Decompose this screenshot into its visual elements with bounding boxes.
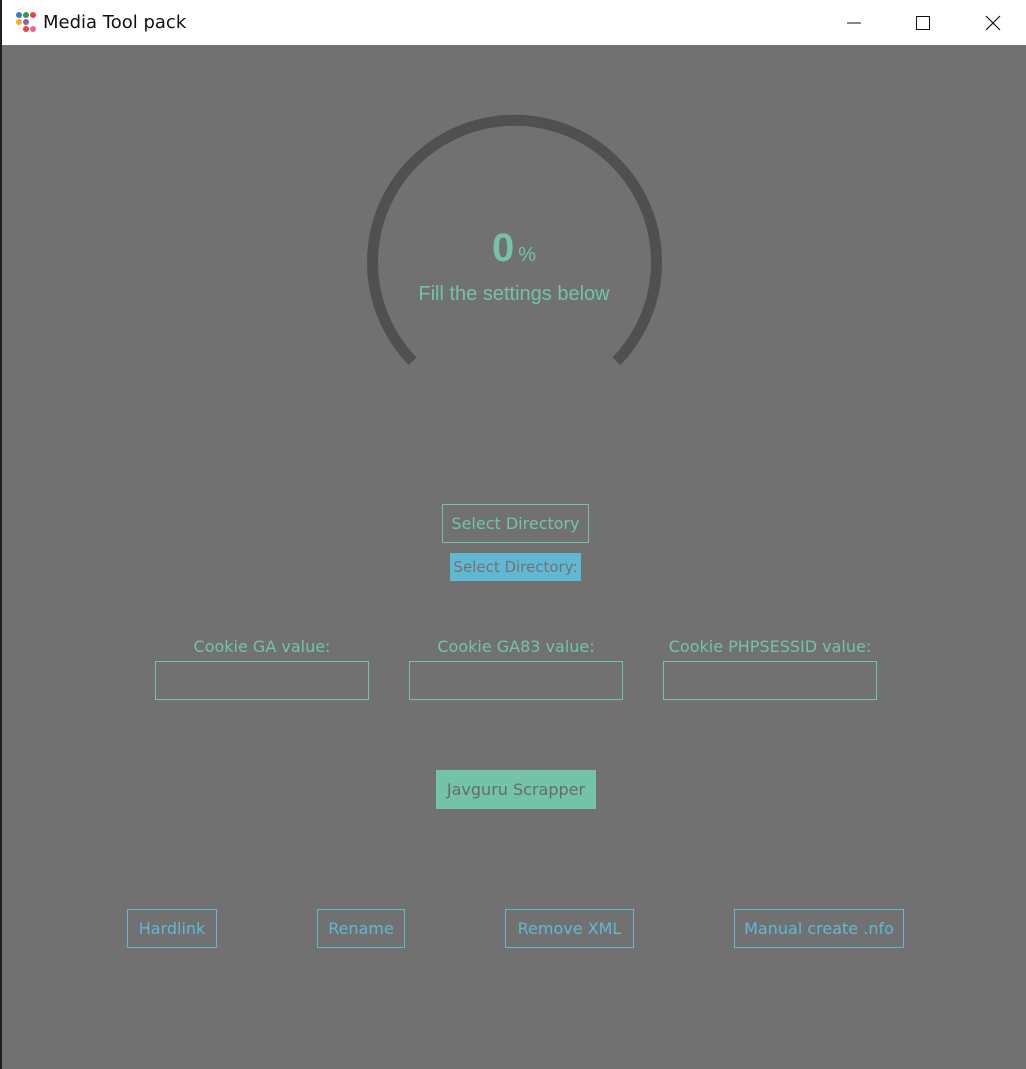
close-button[interactable]: [970, 0, 1016, 45]
hardlink-button[interactable]: Hardlink: [127, 909, 217, 948]
maximize-icon: [916, 15, 930, 30]
cookie-ga-label: Cookie GA value:: [193, 637, 331, 656]
cookie-phpsessid-input[interactable]: [663, 661, 877, 700]
window-title: Media Tool pack: [43, 12, 187, 33]
cookie-ga83-label: Cookie GA83 value:: [437, 637, 595, 656]
select-directory-button[interactable]: Select Directory: [442, 504, 589, 543]
cookie-ga83-input[interactable]: [409, 661, 623, 700]
cookie-ga-input[interactable]: [155, 661, 369, 700]
rename-button[interactable]: Rename: [317, 909, 405, 948]
progress-unit: %: [518, 244, 537, 266]
manual-create-nfo-button[interactable]: Manual create .nfo: [734, 909, 904, 948]
progress-readout: 0%: [2, 226, 1026, 271]
minimize-icon: [847, 22, 861, 23]
progress-message: Fill the settings below: [418, 283, 610, 305]
javguru-scrapper-button[interactable]: Javguru Scrapper: [436, 770, 596, 809]
title-bar[interactable]: Media Tool pack: [2, 0, 1026, 45]
selected-directory-label: Select Directory:: [450, 553, 581, 581]
app-window: Media Tool pack 0% Fill the settings bel…: [0, 0, 1026, 1069]
maximize-button[interactable]: [900, 0, 946, 45]
progress-value: 0: [491, 226, 515, 270]
cookie-phpsessid-label: Cookie PHPSESSID value:: [668, 637, 872, 656]
close-icon: [985, 15, 1001, 30]
app-icon: [15, 11, 37, 33]
main-content: 0% Fill the settings below Select Direct…: [2, 45, 1026, 1069]
remove-xml-button[interactable]: Remove XML: [505, 909, 634, 948]
minimize-button[interactable]: [831, 0, 877, 45]
